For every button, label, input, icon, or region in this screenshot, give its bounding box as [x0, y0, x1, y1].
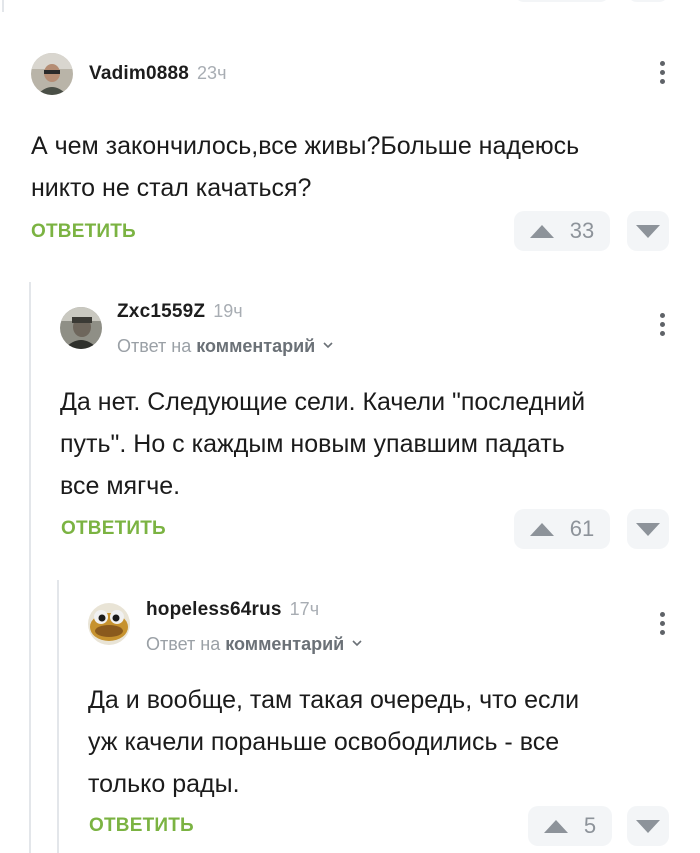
comment-line: только рады.	[88, 770, 240, 798]
chevron-down-icon[interactable]	[352, 638, 362, 648]
more-vertical-icon	[659, 612, 665, 617]
comment-hopeless64rus: hopeless64rus 17ч Ответ на комментарий Да…	[0, 0, 700, 853]
comment-text: Да и вообще, там такая очередь, что если…	[88, 679, 579, 805]
upvote-triangle-icon	[543, 819, 568, 833]
reply-to-target[interactable]: комментарий	[225, 634, 344, 654]
author-name[interactable]: hopeless64rus 17ч	[146, 599, 319, 621]
comment-time: 17ч	[289, 599, 320, 619]
reply-to-link[interactable]: Ответ на комментарий	[146, 634, 362, 655]
downvote-button[interactable]	[627, 806, 669, 846]
more-dot	[659, 630, 665, 635]
reply-to-prefix: Ответ на	[146, 634, 221, 654]
more-options-button[interactable]	[658, 612, 666, 642]
author-username[interactable]: hopeless64rus	[146, 599, 282, 620]
comment-line: уж качели пораньше освободились - все	[88, 728, 560, 756]
downvote-triangle-icon	[636, 819, 660, 833]
more-dot	[659, 621, 665, 626]
comment-line: Да и вообще, там такая очередь, что если	[88, 686, 580, 714]
avatar[interactable]	[88, 603, 130, 645]
upvote-button[interactable]: 5	[528, 806, 612, 846]
reply-button[interactable]: ОТВЕТИТЬ	[89, 815, 194, 837]
vote-count: 5	[583, 813, 597, 838]
